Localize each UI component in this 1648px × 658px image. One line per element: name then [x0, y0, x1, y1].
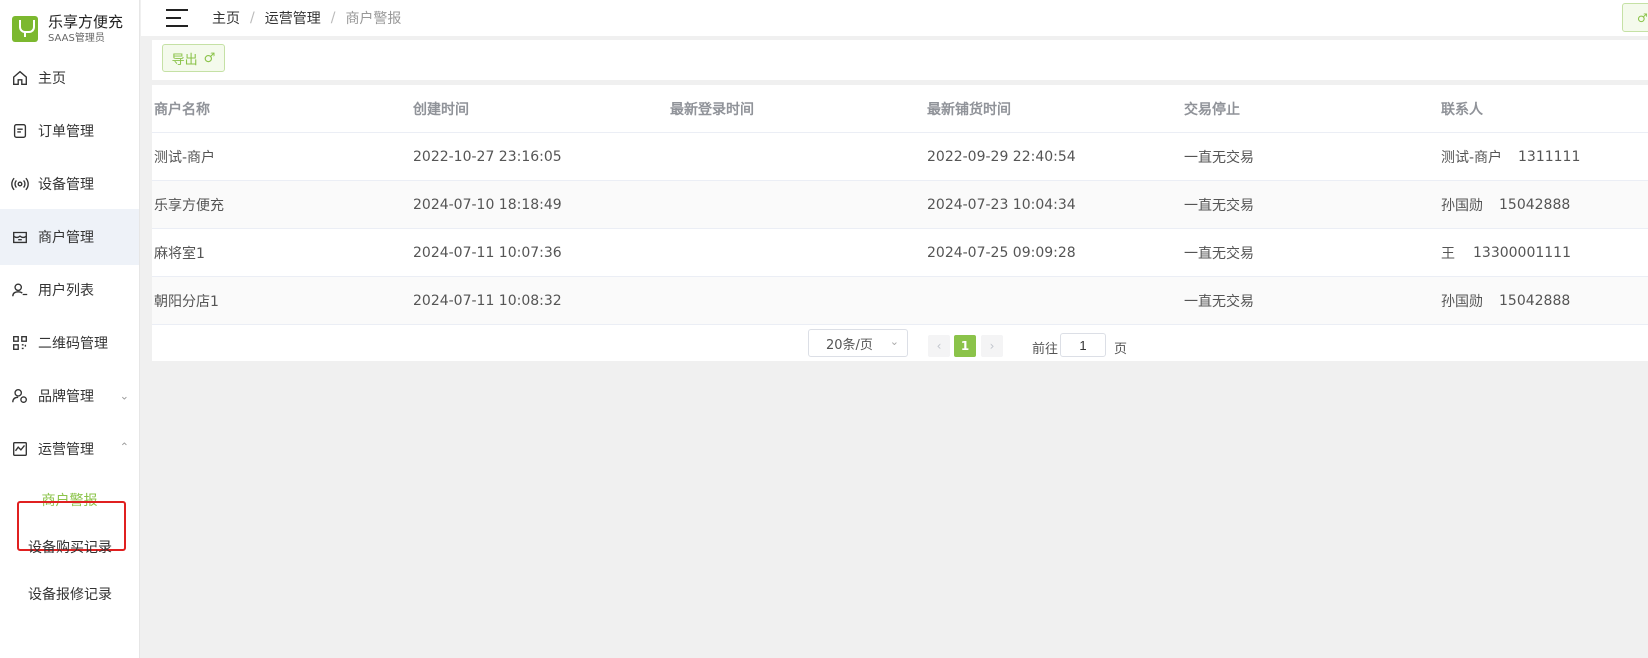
- trade-stop: 一直无交易: [1184, 197, 1254, 214]
- page-size-select[interactable]: 20条/页 ⌄: [808, 329, 908, 357]
- pagination: 20条/页 ⌄ ‹ 1 › 前往 页: [152, 327, 1648, 359]
- goto-page-input[interactable]: [1060, 333, 1106, 357]
- column-header: 商户名称: [154, 101, 210, 118]
- contact-phone: 15042888: [1499, 196, 1571, 213]
- male-symbol-icon: ♂: [1637, 10, 1648, 25]
- merchant-icon: [10, 227, 30, 247]
- table-row: 朝阳分店1 2024-07-11 10:08:32 一直无交易 孙国勋 1504…: [152, 277, 1648, 325]
- operation-icon: [10, 439, 30, 459]
- column-header: 最新登录时间: [670, 101, 754, 118]
- created-time: 2022-10-27 23:16:05: [413, 148, 562, 165]
- created-time: 2024-07-11 10:07:36: [413, 244, 562, 261]
- last-deploy-time: 2024-07-23 10:04:34: [927, 196, 1076, 213]
- merchant-name: 测试-商户: [154, 149, 216, 166]
- chevron-down-icon: ⌄: [889, 335, 899, 348]
- table-row: 测试-商户 2022-10-27 23:16:05 2022-09-29 22:…: [152, 133, 1648, 181]
- sidebar-item-label: 用户列表: [38, 283, 94, 299]
- goto-suffix: 页: [1114, 342, 1128, 357]
- contact-name: 孙国勋: [1441, 293, 1483, 310]
- prev-page-button[interactable]: ‹: [928, 335, 950, 357]
- brand-icon: [10, 386, 30, 406]
- sidebar-item-label: 商户管理: [38, 230, 94, 246]
- table-row: 乐享方便充 2024-07-10 18:18:49 2024-07-23 10:…: [152, 181, 1648, 229]
- sidebar-item-devices[interactable]: 设备管理: [0, 156, 139, 212]
- male-symbol-icon: ♂: [203, 50, 216, 66]
- sidebar-item-home[interactable]: 主页: [0, 50, 139, 106]
- contact-phone: 1311111: [1518, 148, 1581, 165]
- merchant-name: 乐享方便充: [154, 197, 224, 214]
- sidebar-item-merchants[interactable]: 商户管理: [0, 209, 139, 265]
- breadcrumb-separator: /: [330, 10, 336, 26]
- sidebar-item-orders[interactable]: 订单管理: [0, 103, 139, 159]
- logo-plug-icon: [12, 16, 38, 42]
- sidebar-item-label: 订单管理: [38, 124, 94, 140]
- contact-phone: 15042888: [1499, 292, 1571, 309]
- sidebar: 乐享方便充 SAAS管理员 主页 订单管理 设备管理 商户管理 用户列表 二维码…: [0, 0, 140, 658]
- breadcrumb: 主页 / 运营管理 / 商户警报: [212, 8, 401, 28]
- sidebar-subitem-device-purchase[interactable]: 设备购买记录: [0, 522, 139, 572]
- table-row: 麻将室1 2024-07-11 10:07:36 2024-07-25 09:0…: [152, 229, 1648, 277]
- sidebar-item-qrcode[interactable]: 二维码管理: [0, 315, 139, 371]
- next-page-button[interactable]: ›: [981, 335, 1003, 357]
- home-icon: [10, 68, 30, 88]
- column-header: 创建时间: [413, 101, 469, 118]
- contact-phone: 13300001111: [1473, 244, 1571, 261]
- column-header: 交易停止: [1184, 101, 1240, 118]
- toolbar: 导出 ♂: [152, 40, 1648, 80]
- table-header: 商户名称 创建时间 最新登录时间 最新铺货时间 交易停止 联系人: [152, 85, 1648, 133]
- page-number-current[interactable]: 1: [954, 335, 976, 357]
- qrcode-icon: [10, 333, 30, 353]
- sidebar-subitem-label: 设备购买记录: [28, 540, 112, 556]
- sidebar-item-label: 主页: [38, 71, 66, 87]
- created-time: 2024-07-10 18:18:49: [413, 196, 562, 213]
- contact-name: 孙国勋: [1441, 197, 1483, 214]
- trade-stop: 一直无交易: [1184, 245, 1254, 262]
- goto-label: 前往: [1032, 342, 1059, 357]
- trade-stop: 一直无交易: [1184, 293, 1254, 310]
- sidebar-subitem-label: 设备报修记录: [28, 587, 112, 603]
- contact-name: 测试-商户: [1441, 149, 1503, 166]
- sidebar-item-label: 品牌管理: [38, 389, 94, 405]
- sidebar-item-label: 设备管理: [38, 177, 94, 193]
- last-deploy-time: 2024-07-25 09:09:28: [927, 244, 1076, 261]
- sidebar-item-label: 二维码管理: [38, 336, 108, 352]
- device-icon: [10, 174, 30, 194]
- breadcrumb-home[interactable]: 主页: [212, 8, 240, 28]
- menu-toggle-icon[interactable]: [166, 7, 190, 29]
- page-size-value: 20条/页: [826, 337, 873, 353]
- created-time: 2024-07-11 10:08:32: [413, 292, 562, 309]
- column-header: 最新铺货时间: [927, 101, 1011, 118]
- merchant-name: 麻将室1: [154, 245, 205, 262]
- order-icon: [10, 121, 30, 141]
- chevron-down-icon: ⌄: [119, 389, 129, 403]
- breadcrumb-separator: /: [250, 10, 255, 26]
- chevron-right-icon: ›: [989, 339, 995, 353]
- merchant-alert-table: 商户名称 创建时间 最新登录时间 最新铺货时间 交易停止 联系人 测试-商户 2…: [152, 85, 1648, 361]
- column-header: 联系人: [1441, 101, 1483, 118]
- top-right-button[interactable]: ♂: [1622, 3, 1648, 32]
- sidebar-subitem-device-repair[interactable]: 设备报修记录: [0, 569, 139, 619]
- top-bar: 主页 / 运营管理 / 商户警报 ♂: [141, 0, 1648, 36]
- export-label: 导出: [171, 52, 198, 68]
- contact-name: 王: [1441, 245, 1455, 262]
- sidebar-item-label: 运营管理: [38, 442, 94, 458]
- sidebar-item-brands[interactable]: 品牌管理 ⌄: [0, 368, 139, 424]
- app-subtitle: SAAS管理员: [48, 33, 105, 45]
- chevron-left-icon: ‹: [936, 339, 942, 353]
- merchant-name: 朝阳分店1: [154, 293, 219, 310]
- trade-stop: 一直无交易: [1184, 149, 1254, 166]
- breadcrumb-operations[interactable]: 运营管理: [265, 8, 321, 28]
- sidebar-item-users[interactable]: 用户列表: [0, 262, 139, 318]
- export-button[interactable]: 导出 ♂: [162, 44, 225, 72]
- sidebar-item-operations[interactable]: 运营管理 ⌃: [0, 421, 139, 477]
- user-icon: [10, 280, 30, 300]
- app-title: 乐享方便充: [48, 12, 124, 31]
- last-deploy-time: 2022-09-29 22:40:54: [927, 148, 1076, 165]
- chevron-up-icon: ⌃: [119, 440, 129, 454]
- breadcrumb-current: 商户警报: [345, 11, 402, 27]
